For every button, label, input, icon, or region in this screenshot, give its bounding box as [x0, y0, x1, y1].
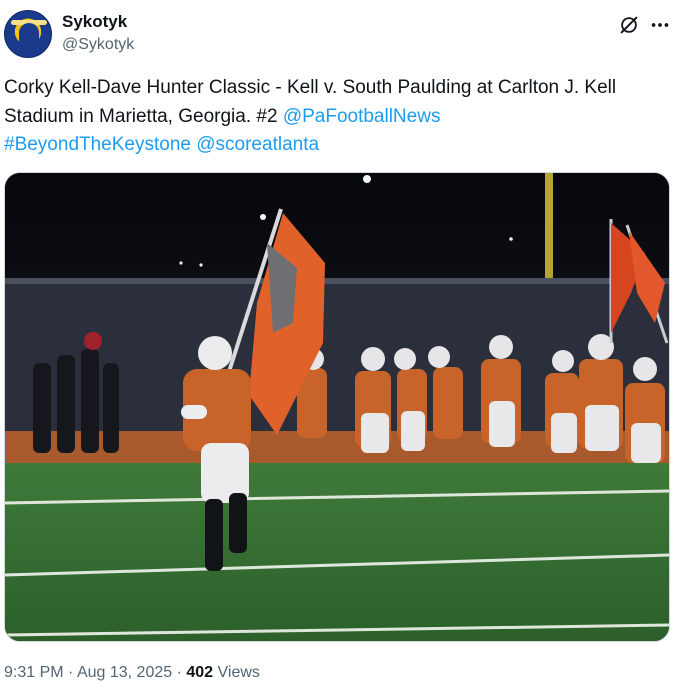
tweet-time[interactable]: 9:31 PM — [4, 664, 64, 681]
meta-separator-2: · — [176, 664, 182, 681]
mention-scoreatlanta[interactable]: @scoreatlanta — [196, 134, 319, 155]
more-options-icon[interactable] — [649, 14, 671, 36]
tweet-meta: 9:31 PM · Aug 13, 2025 · 402 Views — [4, 664, 260, 682]
grok-icon[interactable] — [618, 14, 640, 36]
tweet-date[interactable]: Aug 13, 2025 — [77, 664, 172, 681]
views-count: 402 — [186, 664, 214, 681]
tweet-header: Sykotyk @Sykotyk — [4, 8, 670, 60]
hashtag-beyondthekeystone[interactable]: #BeyondTheKeystone — [4, 134, 191, 155]
tweet-photo[interactable] — [4, 172, 670, 642]
author-handle[interactable]: @Sykotyk — [62, 36, 134, 54]
football-photo-illustration — [5, 173, 669, 641]
avatar-face — [19, 23, 39, 49]
avatar[interactable] — [4, 10, 52, 58]
tweet-text: Corky Kell-Dave Hunter Classic - Kell v.… — [4, 74, 668, 160]
meta-separator: · — [68, 664, 74, 681]
author-display-name[interactable]: Sykotyk — [62, 12, 127, 32]
views-label: Views — [217, 664, 260, 681]
mention-pafootballnews[interactable]: @PaFootballNews — [283, 106, 441, 127]
